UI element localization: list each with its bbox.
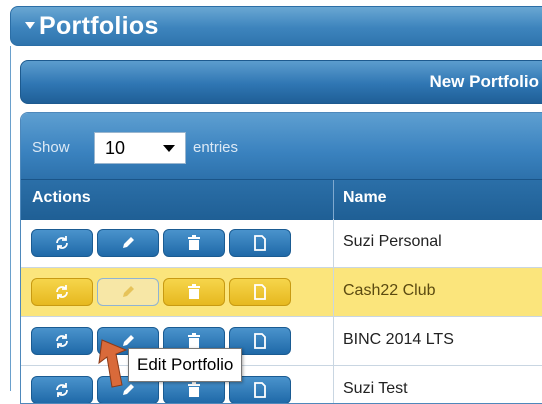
column-separator	[333, 180, 334, 220]
cell-separator	[333, 317, 334, 366]
table-toolbar: Show 10 entries	[21, 113, 542, 179]
refresh-button[interactable]	[31, 327, 93, 355]
column-header-name[interactable]: Name	[343, 189, 387, 207]
portfolio-name[interactable]: Suzi Test	[343, 380, 408, 398]
document-icon	[254, 382, 266, 398]
column-header-actions[interactable]: Actions	[32, 189, 91, 207]
portfolio-name[interactable]: Cash22 Club	[343, 282, 436, 300]
collapse-triangle-icon[interactable]	[25, 22, 35, 29]
pointer-arrow-icon	[98, 339, 128, 388]
document-icon	[254, 284, 266, 300]
new-portfolio-button[interactable]: New Portfolio	[20, 60, 542, 104]
dropdown-caret-icon	[163, 145, 175, 152]
entries-label: entries	[193, 139, 239, 156]
trash-icon	[188, 333, 200, 348]
portfolios-panel-header[interactable]: Portfolios	[10, 6, 542, 46]
pencil-icon	[123, 237, 134, 248]
portfolio-name[interactable]: BINC 2014 LTS	[343, 331, 454, 349]
refresh-icon	[56, 236, 68, 250]
new-portfolio-label: New Portfolio	[429, 72, 539, 91]
delete-button[interactable]	[163, 278, 225, 306]
document-button[interactable]	[229, 278, 291, 306]
trash-icon	[188, 284, 200, 299]
table-row[interactable]: Suzi Personal	[21, 219, 542, 268]
table-header: Actions Name	[21, 179, 542, 220]
refresh-button[interactable]	[31, 229, 93, 257]
refresh-button[interactable]	[31, 278, 93, 306]
entries-per-page-select[interactable]: 10	[94, 132, 186, 164]
refresh-button[interactable]	[31, 376, 93, 403]
document-icon	[254, 235, 266, 251]
refresh-icon	[56, 334, 68, 348]
cell-separator	[333, 219, 334, 268]
cell-separator	[333, 366, 334, 403]
document-button[interactable]	[229, 229, 291, 257]
entries-per-page-value: 10	[105, 138, 126, 158]
document-icon	[254, 333, 266, 349]
show-label: Show	[32, 139, 70, 156]
pencil-icon	[123, 286, 134, 297]
edit-button[interactable]	[97, 229, 159, 257]
edit-portfolio-tooltip: Edit Portfolio	[128, 348, 243, 382]
trash-icon	[188, 382, 200, 397]
delete-button[interactable]	[163, 229, 225, 257]
portfolio-name[interactable]: Suzi Personal	[343, 233, 442, 251]
trash-icon	[188, 235, 200, 250]
cell-separator	[333, 268, 334, 317]
edit-button[interactable]	[97, 278, 159, 306]
refresh-icon	[56, 285, 68, 299]
refresh-icon	[56, 383, 68, 397]
table-row-highlighted[interactable]: Cash22 Club	[21, 268, 542, 317]
panel-title: Portfolios	[39, 12, 159, 40]
